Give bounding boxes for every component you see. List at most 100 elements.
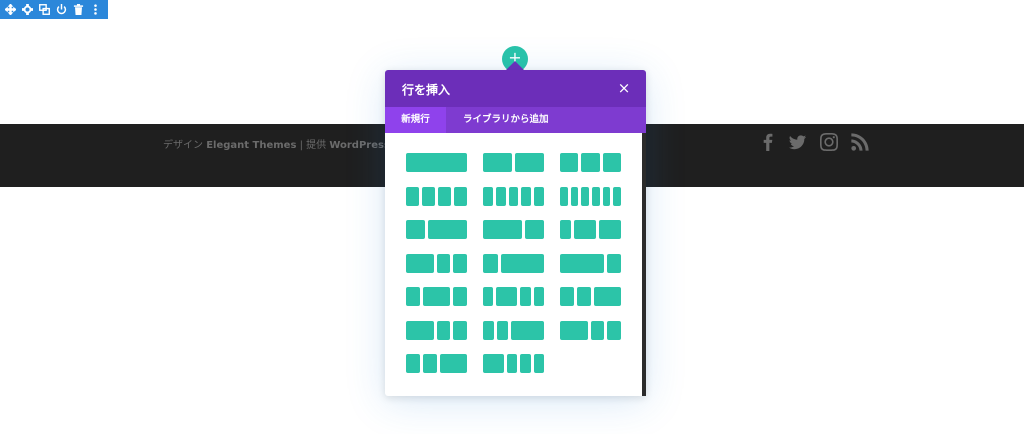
row-layout-option[interactable] xyxy=(483,354,544,373)
layout-column xyxy=(483,153,512,172)
layout-column xyxy=(438,187,451,206)
layout-column xyxy=(496,287,518,306)
layout-column xyxy=(483,287,494,306)
modal-title: 行を挿入 xyxy=(402,83,451,97)
row-layout-option[interactable] xyxy=(406,354,467,373)
insert-row-modal: 行を挿入 × 新規行 ライブラリから追加 xyxy=(385,70,646,396)
layout-column xyxy=(483,220,522,239)
close-icon[interactable]: × xyxy=(616,80,632,96)
row-layout-option[interactable] xyxy=(560,220,621,239)
row-layout-option[interactable] xyxy=(560,187,621,206)
modal-header: 行を挿入 × xyxy=(385,70,646,107)
row-layout-option[interactable] xyxy=(560,153,621,172)
row-layout-option[interactable] xyxy=(483,254,544,273)
credit-separator: | 提供 xyxy=(296,140,330,151)
row-layout-option[interactable] xyxy=(483,187,544,206)
layout-column xyxy=(453,287,467,306)
layout-column xyxy=(506,354,518,373)
row-layout-option[interactable] xyxy=(406,187,467,206)
row-layout-option[interactable] xyxy=(483,287,544,306)
gear-icon[interactable] xyxy=(19,0,36,19)
credit-link-elegant-themes[interactable]: Elegant Themes xyxy=(206,140,296,151)
row-layout-option[interactable] xyxy=(483,321,544,340)
layout-column xyxy=(439,354,467,373)
row-layout-option[interactable] xyxy=(483,220,544,239)
credit-prefix: デザイン xyxy=(163,140,207,151)
layout-column xyxy=(453,254,467,273)
layout-column xyxy=(593,287,621,306)
modal-caret xyxy=(506,61,524,70)
modal-tabs: 新規行 ライブラリから追加 xyxy=(385,107,646,133)
layout-column xyxy=(497,321,508,340)
layout-column xyxy=(422,187,435,206)
layout-column xyxy=(576,287,591,306)
layout-column xyxy=(515,153,544,172)
layout-column xyxy=(436,321,451,340)
layout-column xyxy=(560,321,588,340)
layout-column xyxy=(524,220,544,239)
modal-scrollbar[interactable] xyxy=(642,133,646,396)
layout-column xyxy=(560,187,568,206)
rss-icon[interactable] xyxy=(850,132,870,152)
layout-column xyxy=(428,220,467,239)
row-layout-grid xyxy=(385,133,642,396)
layout-column xyxy=(602,153,621,172)
layout-column xyxy=(591,187,600,206)
layout-column xyxy=(602,187,611,206)
row-layout-option[interactable] xyxy=(406,220,467,239)
layout-column xyxy=(581,187,589,206)
layout-column xyxy=(454,187,467,206)
layout-column xyxy=(508,187,519,206)
layout-column xyxy=(574,220,596,239)
layout-column xyxy=(495,187,506,206)
layout-column xyxy=(406,287,420,306)
layout-column xyxy=(483,254,498,273)
row-layout-option[interactable] xyxy=(406,254,467,273)
layout-column xyxy=(520,354,531,373)
trash-icon[interactable] xyxy=(70,0,87,19)
layout-column xyxy=(483,354,504,373)
layout-column xyxy=(436,254,451,273)
row-layout-option[interactable] xyxy=(406,153,467,172)
layout-column xyxy=(483,321,494,340)
row-layout-option[interactable] xyxy=(560,321,621,340)
power-icon[interactable] xyxy=(53,0,70,19)
layout-column xyxy=(511,321,544,340)
layout-column xyxy=(406,187,419,206)
layout-column xyxy=(406,254,434,273)
credit-link-wordpress[interactable]: WordPress xyxy=(329,140,390,151)
layout-column xyxy=(533,287,544,306)
move-icon[interactable] xyxy=(2,0,19,19)
tab-add-from-library[interactable]: ライブラリから追加 xyxy=(446,107,596,133)
row-layout-option[interactable] xyxy=(560,254,621,273)
layout-column xyxy=(453,321,467,340)
layout-column xyxy=(520,287,531,306)
layout-column xyxy=(533,354,544,373)
row-layout-option[interactable] xyxy=(406,321,467,340)
layout-column xyxy=(599,220,621,239)
layout-column xyxy=(534,187,544,206)
layout-column xyxy=(406,354,420,373)
row-layout-option[interactable] xyxy=(406,287,467,306)
layout-column xyxy=(560,153,579,172)
instagram-icon[interactable] xyxy=(819,132,839,152)
more-icon[interactable] xyxy=(87,0,104,19)
tab-new-row[interactable]: 新規行 xyxy=(385,107,446,133)
twitter-icon[interactable] xyxy=(788,132,808,152)
layout-column xyxy=(560,220,571,239)
footer-credits: デザイン Elegant Themes | 提供 WordPress xyxy=(163,136,390,151)
row-layout-option[interactable] xyxy=(483,153,544,172)
layout-column xyxy=(500,254,544,273)
section-toolbar xyxy=(0,0,108,19)
layout-column xyxy=(607,321,621,340)
layout-column xyxy=(406,220,426,239)
facebook-icon[interactable] xyxy=(758,132,778,152)
layout-column xyxy=(521,187,532,206)
layout-column xyxy=(570,187,579,206)
layout-column xyxy=(590,321,605,340)
layout-column xyxy=(581,153,600,172)
duplicate-icon[interactable] xyxy=(36,0,53,19)
layout-column xyxy=(560,254,604,273)
layout-column xyxy=(422,354,437,373)
row-layout-option[interactable] xyxy=(560,287,621,306)
